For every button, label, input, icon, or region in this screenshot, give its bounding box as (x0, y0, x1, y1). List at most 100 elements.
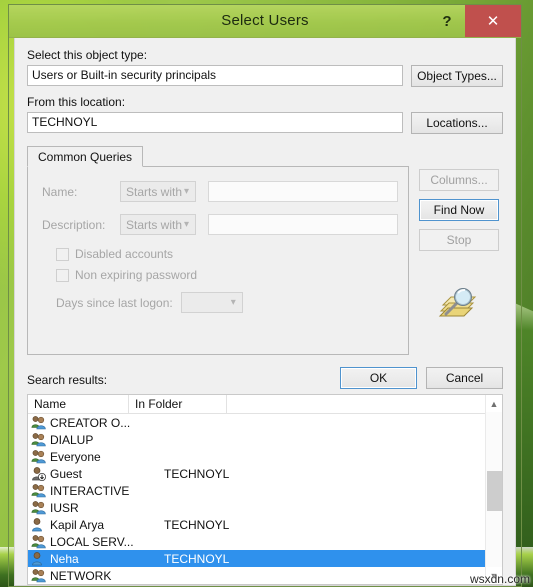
close-button[interactable]: ✕ (465, 5, 521, 37)
description-value-input[interactable] (208, 214, 398, 235)
search-results-listview[interactable]: Name In Folder CREATOR O... DIALUP Everyon… (27, 394, 503, 585)
group-icon (31, 568, 48, 583)
disabled-accounts-checkbox[interactable] (56, 247, 69, 261)
user-icon (31, 517, 48, 532)
group-icon (31, 484, 46, 498)
group-icon (31, 450, 46, 464)
chevron-down-icon: ▾ (183, 219, 189, 230)
non-expiring-password-label: Non expiring password (75, 268, 198, 282)
common-queries-area: Common Queries Name: Starts with ▾ Descr… (27, 146, 503, 355)
disabled-accounts-label: Disabled accounts (75, 247, 174, 261)
table-row[interactable]: LOCAL SERV... (28, 533, 502, 550)
scroll-down-icon[interactable]: ▼ (486, 567, 503, 584)
cancel-button[interactable]: Cancel (426, 367, 503, 389)
close-icon: ✕ (486, 13, 500, 30)
description-operator-select[interactable]: Starts with ▾ (120, 214, 196, 235)
title-bar: Select Users ? ✕ (9, 5, 521, 38)
object-types-button[interactable]: Object Types... (411, 65, 503, 87)
name-query-row: Name: Starts with ▾ (42, 181, 398, 202)
disabled-accounts-row[interactable]: Disabled accounts (56, 247, 398, 261)
non-expiring-password-checkbox[interactable] (56, 268, 69, 282)
description-label: Description: (42, 217, 106, 232)
row-name: NETWORK (50, 568, 112, 583)
group-icon (31, 483, 48, 498)
table-row[interactable]: NETWORK (28, 567, 502, 584)
find-now-button[interactable]: Find Now (419, 199, 499, 221)
row-name: IUSR (50, 500, 79, 515)
scrollbar-track[interactable] (485, 412, 502, 567)
side-button-column: Columns... Find Now Stop (419, 146, 503, 355)
group-icon (31, 432, 48, 447)
object-type-input[interactable]: Users or Built-in security principals (27, 65, 403, 86)
table-row[interactable]: IUSR (28, 499, 502, 516)
table-row[interactable]: Kapil Arya TECHNOYL (28, 516, 502, 533)
group-icon (31, 449, 48, 464)
listview-scrollbar[interactable]: ▲ ▼ (485, 395, 502, 584)
group-icon (31, 535, 46, 549)
group-icon (31, 501, 46, 515)
table-row[interactable]: Guest TECHNOYL (28, 465, 502, 482)
column-header-in-folder[interactable]: In Folder (129, 395, 227, 414)
dialog-body: Select this object type: Users or Built-… (14, 38, 516, 586)
column-header-name[interactable]: Name (28, 395, 129, 414)
table-row[interactable]: Neha TECHNOYL (28, 550, 502, 567)
table-row[interactable]: Everyone (28, 448, 502, 465)
search-illustration (419, 285, 499, 321)
group-icon (31, 415, 48, 430)
user-icon (31, 551, 48, 566)
columns-button[interactable]: Columns... (419, 169, 499, 191)
days-since-logon-select[interactable]: ▾ (180, 292, 243, 313)
group-icon (31, 500, 48, 515)
tab-common-queries[interactable]: Common Queries (27, 146, 144, 167)
table-row[interactable]: DIALUP (28, 431, 502, 448)
locations-button[interactable]: Locations... (411, 112, 503, 134)
desktop-background: Select Users ? ✕ Select this object type… (0, 0, 533, 587)
object-type-row: Users or Built-in security principals Ob… (27, 65, 503, 87)
common-queries-panel: Name: Starts with ▾ Description: Starts … (27, 166, 409, 355)
group-icon (31, 416, 46, 430)
user-disabled-icon (32, 467, 46, 481)
help-button[interactable]: ? (435, 9, 459, 33)
tab-strip: Common Queries (27, 146, 409, 167)
queries-tab-group: Common Queries Name: Starts with ▾ Descr… (27, 146, 409, 355)
scrollbar-thumb[interactable] (486, 470, 502, 512)
row-name: INTERACTIVE (50, 483, 130, 498)
row-in-folder: TECHNOYL (164, 517, 230, 532)
days-since-logon-row: Days since last logon: ▾ (56, 292, 398, 313)
location-input[interactable]: TECHNOYL (27, 112, 403, 133)
ok-button[interactable]: OK (340, 367, 417, 389)
user-icon (32, 552, 42, 566)
object-type-label: Select this object type: (27, 48, 148, 62)
scroll-up-icon[interactable]: ▲ (486, 395, 503, 412)
row-name: Everyone (50, 449, 101, 464)
user-disabled-icon (31, 466, 48, 481)
days-since-logon-label: Days since last logon: (56, 295, 173, 310)
row-in-folder: TECHNOYL (164, 551, 230, 566)
row-name: Neha (50, 551, 79, 566)
row-name: DIALUP (50, 432, 94, 447)
group-icon (31, 534, 48, 549)
row-in-folder: TECHNOYL (164, 466, 230, 481)
ok-cancel-group: OK Cancel (340, 367, 503, 389)
listview-header: Name In Folder (28, 395, 502, 414)
chevron-down-icon: ▾ (230, 297, 236, 308)
row-name: LOCAL SERV... (50, 534, 134, 549)
results-header-row: Search results: OK Cancel (27, 367, 503, 389)
location-row: TECHNOYL Locations... (27, 112, 503, 134)
group-icon (31, 433, 46, 447)
column-header-blank[interactable] (227, 395, 502, 414)
table-row[interactable]: CREATOR O... (28, 414, 502, 431)
non-expiring-password-row[interactable]: Non expiring password (56, 268, 398, 282)
location-label: From this location: (27, 95, 126, 109)
row-name: Kapil Arya (50, 517, 105, 532)
name-operator-select[interactable]: Starts with ▾ (120, 181, 196, 202)
stop-button[interactable]: Stop (419, 229, 499, 251)
table-row[interactable]: INTERACTIVE (28, 482, 502, 499)
user-icon (32, 518, 42, 532)
select-users-dialog: Select Users ? ✕ Select this object type… (8, 4, 522, 587)
description-query-row: Description: Starts with ▾ (42, 214, 398, 235)
chevron-down-icon: ▾ (183, 186, 189, 197)
search-results-label: Search results: (27, 373, 108, 387)
name-operator-value: Starts with (126, 184, 183, 199)
name-value-input[interactable] (208, 181, 398, 202)
